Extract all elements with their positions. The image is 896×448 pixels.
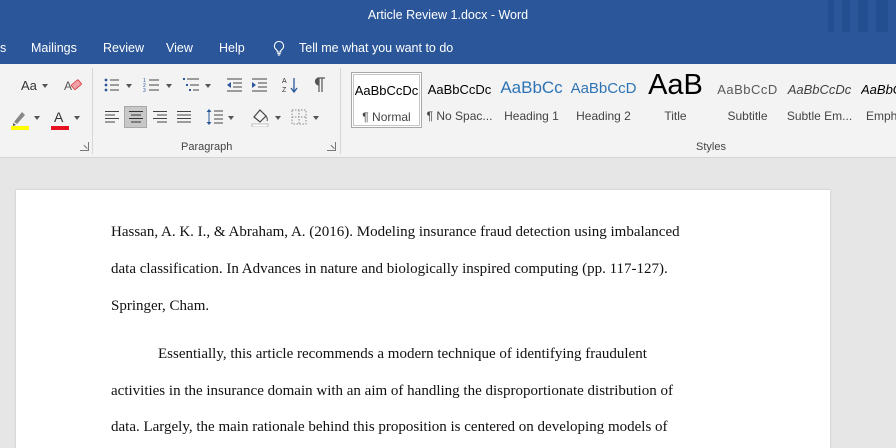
svg-text:3: 3	[143, 88, 146, 93]
font-dialog-launcher[interactable]	[80, 142, 89, 151]
multilevel-list-icon[interactable]	[183, 77, 200, 93]
highlight-color-swatch	[11, 126, 29, 130]
chevron-down-icon	[34, 116, 40, 120]
chevron-down-icon	[228, 116, 234, 120]
paragraph-dialog-launcher[interactable]	[327, 142, 336, 151]
text-line: Hassan, A. K. I., & Abraham, A. (2016). …	[111, 224, 680, 240]
style-heading-2[interactable]: AaBbCcD Heading 2	[568, 72, 639, 128]
bullets-icon[interactable]	[104, 78, 120, 92]
chevron-down-icon	[42, 84, 48, 88]
chevron-down-icon	[126, 84, 132, 88]
styles-group-label: Styles	[696, 141, 726, 153]
borders-icon[interactable]	[291, 109, 307, 125]
line-spacing-icon[interactable]	[206, 108, 224, 126]
text-line: activities in the insurance domain with …	[111, 383, 673, 399]
tab-layout-partial[interactable]: s	[0, 41, 6, 55]
style-label: Subtle Em...	[786, 109, 853, 123]
style-preview: AaBbCcDc	[427, 82, 492, 97]
chevron-down-icon	[275, 116, 281, 120]
align-right-icon[interactable]	[152, 110, 168, 124]
numbering-icon[interactable]: 1 2 3	[143, 77, 160, 93]
style-preview: AaB	[648, 69, 703, 101]
svg-text:A: A	[64, 79, 72, 93]
shading-icon[interactable]	[250, 107, 270, 127]
style-label: ¶ No Spac...	[426, 109, 493, 123]
align-center-button[interactable]	[124, 106, 147, 128]
style-label: Heading 1	[504, 109, 559, 123]
style-label: Subtitle	[727, 109, 768, 123]
ribbon: Aa A A 1 2 3 A Z Paragraph AaBbCcDc ¶ No…	[0, 64, 896, 158]
style-label: Heading 2	[576, 109, 631, 123]
show-formatting-marks-icon[interactable]	[314, 77, 326, 93]
style-preview: AaBbCcD	[717, 82, 778, 97]
sort-icon[interactable]: A Z	[282, 76, 300, 94]
svg-text:Z: Z	[282, 87, 287, 94]
chevron-down-icon	[313, 116, 319, 120]
increase-indent-icon[interactable]	[251, 77, 268, 93]
text-line: Springer, Cham.	[111, 298, 210, 314]
lightbulb-icon	[273, 40, 285, 56]
change-case-button[interactable]: Aa	[21, 78, 37, 93]
style-preview: AaBbCcDc	[354, 83, 419, 98]
group-separator	[340, 68, 341, 154]
style-preview: AaBbCc	[500, 78, 563, 97]
style-title[interactable]: AaB Title	[640, 69, 711, 128]
style-label: Emph	[866, 109, 896, 123]
tab-review[interactable]: Review	[103, 41, 144, 55]
highlight-icon[interactable]	[10, 108, 30, 130]
document-page[interactable]: Hassan, A. K. I., & Abraham, A. (2016). …	[16, 190, 830, 448]
align-left-icon[interactable]	[104, 110, 120, 124]
text-line: data. Largely, the main rationale behind…	[111, 419, 668, 435]
decrease-indent-icon[interactable]	[226, 77, 243, 93]
style-heading-1[interactable]: AaBbCc Heading 1	[496, 72, 567, 128]
font-color-icon[interactable]: A	[50, 108, 70, 130]
chevron-down-icon	[166, 84, 172, 88]
document-area: Hassan, A. K. I., & Abraham, A. (2016). …	[0, 158, 896, 448]
tab-help[interactable]: Help	[219, 41, 245, 55]
clear-formatting-icon[interactable]: A	[63, 78, 83, 94]
style-preview: AaBbCcDc	[861, 82, 896, 97]
style-label: ¶ Normal	[362, 110, 411, 124]
style-no-spacing[interactable]: AaBbCcDc ¶ No Spac...	[424, 72, 495, 128]
svg-text:A: A	[54, 109, 64, 125]
tab-view[interactable]: View	[166, 41, 193, 55]
title-bar: Article Review 1.docx - Word	[0, 0, 896, 32]
style-preview: AaBbCcDc	[787, 82, 852, 97]
tell-me-text: Tell me what you want to do	[299, 41, 454, 55]
chevron-down-icon	[205, 84, 211, 88]
window-title: Article Review 1.docx - Word	[367, 8, 529, 22]
style-label: Title	[664, 109, 687, 123]
style-emphasis[interactable]: AaBbCcDc Emph	[856, 72, 896, 128]
style-normal[interactable]: AaBbCcDc ¶ Normal	[351, 72, 422, 128]
align-center-icon	[129, 111, 143, 123]
svg-text:A: A	[282, 78, 287, 85]
style-subtle-emphasis[interactable]: AaBbCcDc Subtle Em...	[784, 72, 855, 128]
style-subtitle[interactable]: AaBbCcD Subtitle	[712, 72, 783, 128]
style-preview: AaBbCcD	[570, 80, 637, 97]
group-separator	[92, 68, 93, 154]
text-line: data classification. In Advances in natu…	[111, 261, 668, 277]
ribbon-tabs: s Mailings Review View Help Tell me what…	[0, 32, 896, 64]
paragraph-group-label: Paragraph	[181, 141, 233, 153]
tab-mailings[interactable]: Mailings	[31, 41, 77, 55]
chevron-down-icon	[74, 116, 80, 120]
text-line: Essentially, this article recommends a m…	[158, 346, 647, 362]
justify-icon[interactable]	[176, 110, 192, 124]
